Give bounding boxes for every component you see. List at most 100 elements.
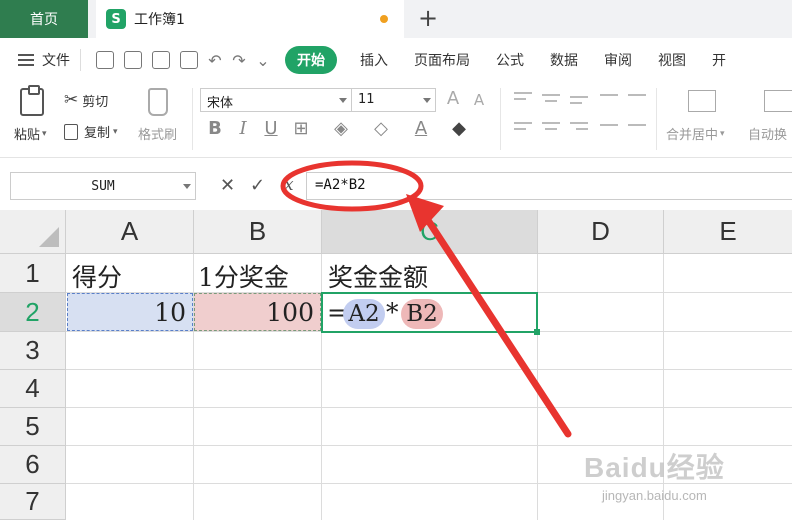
format-painter-icon[interactable] — [148, 88, 168, 116]
menu-tab-data[interactable]: 数据 — [550, 50, 578, 70]
tab-home-label: 首页 — [30, 12, 58, 28]
file-menu-button[interactable]: 文件 — [18, 50, 70, 70]
row-header-4[interactable]: 4 — [0, 370, 66, 408]
align-center-icon[interactable] — [542, 122, 560, 124]
row-header-2[interactable]: 2 — [0, 293, 66, 332]
tab-workbook[interactable]: S 工作簿1 — [96, 0, 404, 38]
cut-label: 剪切 — [82, 94, 109, 110]
export-pdf-icon[interactable] — [124, 51, 142, 69]
tab-bar: 首页 S 工作簿1 + — [0, 0, 792, 38]
redo-icon[interactable]: ↷ — [228, 51, 250, 70]
formula-bar-row: SUM ✕ ✓ x =A2*B2 — [0, 158, 792, 210]
paste-clipboard-icon[interactable] — [20, 85, 44, 116]
font-name-caret-icon — [339, 98, 347, 103]
align-right-icon-line — [576, 128, 588, 130]
quick-access-more-icon[interactable]: ⌄ — [252, 51, 274, 70]
confirm-formula-icon[interactable]: ✓ — [250, 175, 265, 196]
new-tab-button[interactable]: + — [416, 6, 440, 30]
wrap-text-icon[interactable] — [764, 90, 792, 112]
align-center-icon-line — [545, 128, 557, 130]
font-name-select[interactable]: 宋体 — [200, 88, 352, 112]
gridline — [66, 407, 792, 408]
menu-tab-page-layout[interactable]: 页面布局 — [414, 50, 470, 70]
justify-icon[interactable] — [600, 124, 618, 126]
menu-tab-formulas[interactable]: 公式 — [496, 50, 524, 70]
cell-b2[interactable]: 100 — [266, 298, 314, 327]
eraser-icon[interactable]: ◆ — [448, 118, 470, 142]
merge-center-button[interactable]: 合并居中 ▾ — [666, 124, 725, 143]
formula-ref-b2: B2 — [401, 299, 443, 329]
insert-function-icon[interactable]: x — [284, 175, 294, 195]
formula-multiply-sign: * — [386, 298, 399, 327]
align-right-icon[interactable] — [570, 122, 588, 124]
fill-color-icon[interactable]: ◈ — [330, 118, 352, 142]
menu-tab-insert[interactable]: 插入 — [360, 50, 388, 70]
underline-icon[interactable]: U — [260, 118, 282, 142]
font-name-value: 宋体 — [207, 96, 234, 111]
ribbon-divider — [192, 88, 193, 150]
formula-input[interactable]: =A2*B2 — [306, 172, 792, 200]
decrease-font-icon[interactable]: A — [468, 91, 490, 109]
indent-icon[interactable] — [628, 94, 646, 96]
copy-button[interactable]: 复制 ▾ — [64, 122, 118, 141]
wrap-text-button[interactable]: 自动换 — [748, 124, 787, 143]
distribute-icon[interactable] — [628, 124, 646, 126]
menu-tab-review[interactable]: 审阅 — [604, 50, 632, 70]
select-all-corner[interactable] — [0, 210, 66, 254]
paint-bucket-icon[interactable]: ◇ — [370, 118, 392, 142]
increase-font-icon[interactable]: A — [442, 88, 464, 109]
copy-label: 复制 — [84, 126, 111, 141]
ribbon-divider — [500, 88, 501, 150]
borders-icon[interactable]: ⊞ — [290, 118, 312, 142]
print-preview-icon[interactable] — [180, 51, 198, 69]
print-icon[interactable] — [152, 51, 170, 69]
save-icon[interactable] — [96, 51, 114, 69]
column-header-c[interactable]: C — [322, 210, 538, 254]
column-header-b[interactable]: B — [194, 210, 322, 254]
name-box[interactable]: SUM — [10, 172, 196, 200]
align-left-icon-line — [514, 128, 526, 130]
cell-b1[interactable]: 1分奖金 — [198, 258, 289, 294]
format-painter-label: 格式刷 — [138, 128, 178, 143]
align-left-icon[interactable] — [514, 122, 532, 124]
font-color-icon[interactable]: A — [410, 118, 432, 142]
align-top-icon[interactable] — [514, 92, 532, 94]
menu-tab-view[interactable]: 视图 — [658, 50, 686, 70]
row-header-1[interactable]: 1 — [0, 254, 66, 293]
row-header-5[interactable]: 5 — [0, 408, 66, 446]
row-header-7[interactable]: 7 — [0, 484, 66, 520]
paste-label: 粘贴 — [14, 128, 41, 143]
row-header-6[interactable]: 6 — [0, 446, 66, 484]
hamburger-icon — [18, 54, 34, 66]
copy-icon — [64, 123, 78, 140]
formula-ref-a2: A2 — [343, 299, 385, 329]
font-size-value: 11 — [358, 92, 375, 107]
ribbon-divider — [656, 88, 657, 150]
bold-icon[interactable]: B — [204, 118, 226, 142]
tab-home[interactable]: 首页 — [0, 0, 88, 38]
cell-c1[interactable]: 奖金金额 — [328, 258, 428, 294]
paste-button[interactable]: 粘贴 ▾ — [14, 124, 47, 143]
column-header-a[interactable]: A — [66, 210, 194, 254]
orientation-icon[interactable] — [600, 94, 618, 96]
align-middle-icon[interactable] — [542, 94, 560, 96]
column-header-d[interactable]: D — [538, 210, 664, 254]
cell-a2[interactable]: 10 — [154, 298, 186, 327]
cancel-formula-icon[interactable]: ✕ — [220, 175, 235, 196]
cell-a1[interactable]: 得分 — [72, 258, 122, 294]
menu-tab-home[interactable]: 开始 — [285, 46, 337, 74]
row-header-3[interactable]: 3 — [0, 332, 66, 370]
cut-button[interactable]: ✂ 剪切 — [64, 90, 108, 110]
ribbon-home: 粘贴 ▾ ✂ 剪切 复制 ▾ 格式刷 宋体 11 A A B I U ⊞ ◈ ◇… — [0, 82, 792, 158]
undo-icon[interactable]: ↶ — [204, 51, 226, 70]
menu-tab-dev[interactable]: 开 — [712, 50, 726, 70]
font-size-select[interactable]: 11 — [352, 88, 436, 112]
column-header-e[interactable]: E — [664, 210, 792, 254]
merge-center-icon[interactable] — [688, 90, 716, 112]
italic-icon[interactable]: I — [232, 118, 254, 142]
watermark-url: jingyan.baidu.com — [602, 488, 707, 503]
merge-center-label: 合并居中 — [666, 128, 719, 143]
format-painter-button[interactable]: 格式刷 — [138, 124, 177, 143]
merge-dropdown-icon: ▾ — [720, 128, 725, 139]
align-bottom-icon[interactable] — [570, 96, 588, 98]
